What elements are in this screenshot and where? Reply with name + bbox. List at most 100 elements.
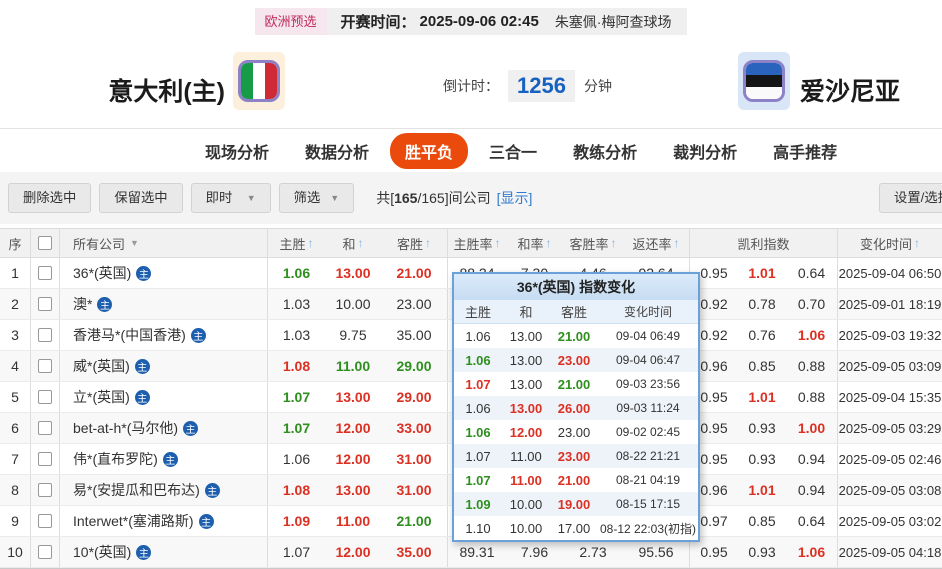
settings-select-button[interactable]: 设置/选择 [879,183,942,213]
tab-高手推荐[interactable]: 高手推荐 [773,133,837,169]
popup-away-odds: 23.00 [550,420,598,444]
home-odds[interactable]: 1.03 [268,320,325,350]
draw-odds[interactable]: 11.00 [325,351,381,381]
away-odds[interactable]: 29.00 [381,351,448,381]
delete-selected-button[interactable]: 删除选中 [8,183,91,213]
row-checkbox[interactable] [38,328,52,342]
home-team-flag-italy-icon [233,52,285,110]
filter-dropdown[interactable]: 筛选 ▼ [279,183,355,213]
home-pick-badge-icon: 主 [183,421,198,436]
row-checkbox[interactable] [38,452,52,466]
away-team-name: 爱沙尼亚 [800,72,900,108]
company-cell[interactable]: 易*(安提瓜和巴布达)主 [60,475,268,505]
company-cell[interactable]: 澳*主 [60,289,268,319]
column-header-company[interactable]: 所有公司 ▼ [60,229,268,257]
company-cell[interactable]: bet-at-h*(马尔他)主 [60,413,268,443]
popup-away-odds: 21.00 [550,324,598,348]
select-all-checkbox[interactable] [38,236,52,250]
kickoff-time: 2025-09-06 02:45 [420,13,539,30]
home-odds[interactable]: 1.08 [268,475,325,505]
column-header-home-win[interactable]: 主胜↑ [268,229,325,257]
column-header-away-win[interactable]: 客胜↑ [381,229,448,257]
home-pick-badge-icon: 主 [163,452,178,467]
home-odds[interactable]: 1.08 [268,351,325,381]
row-checkbox[interactable] [38,359,52,373]
draw-odds[interactable]: 11.00 [325,506,381,536]
company-cell[interactable]: Interwet*(塞浦路斯) 主 [60,506,268,536]
home-odds[interactable]: 1.07 [268,537,325,567]
away-odds[interactable]: 33.00 [381,413,448,443]
table-toolbar: 删除选中 保留选中 即时 ▼ 筛选 ▼ 共[165/165]间公司 [显示] 设… [0,172,942,224]
column-header-payout-rate[interactable]: 返还率↑ [623,229,690,257]
popup-header-time: 变化时间 [598,300,698,323]
row-checkbox[interactable] [38,514,52,528]
company-cell[interactable]: 伟*(直布罗陀) 主 [60,444,268,474]
away-odds[interactable]: 31.00 [381,444,448,474]
change-time: 2025-09-05 03:08 [838,475,942,505]
home-odds[interactable]: 1.07 [268,413,325,443]
away-odds[interactable]: 29.00 [381,382,448,412]
instant-odds-dropdown[interactable]: 即时 ▼ [191,183,271,213]
row-index: 4 [0,351,31,381]
kelly-index: 0.93 [738,444,786,474]
popup-header-home: 主胜 [454,300,502,323]
away-odds[interactable]: 35.00 [381,537,448,567]
keep-selected-button[interactable]: 保留选中 [99,183,182,213]
draw-odds[interactable]: 12.00 [325,537,381,567]
home-odds[interactable]: 1.06 [268,258,325,288]
tab-胜平负[interactable]: 胜平负 [390,133,468,169]
company-cell[interactable]: 威*(英国)主 [60,351,268,381]
tab-三合一[interactable]: 三合一 [489,133,537,169]
row-checkbox[interactable] [38,483,52,497]
kelly-index: 0.85 [738,506,786,536]
draw-odds[interactable]: 9.75 [325,320,381,350]
away-odds[interactable]: 21.00 [381,506,448,536]
popup-away-odds: 26.00 [550,396,598,420]
row-checkbox[interactable] [38,545,52,559]
row-checkbox[interactable] [38,297,52,311]
tab-现场分析[interactable]: 现场分析 [205,133,269,169]
company-cell[interactable]: 立*(英国)主 [60,382,268,412]
show-companies-link[interactable]: [显示] [497,188,533,208]
draw-odds[interactable]: 13.00 [325,258,381,288]
tab-数据分析[interactable]: 数据分析 [305,133,369,169]
draw-odds[interactable]: 10.00 [325,289,381,319]
away-odds[interactable]: 21.00 [381,258,448,288]
company-cell[interactable]: 10*(英国)主 [60,537,268,567]
away-odds[interactable]: 23.00 [381,289,448,319]
draw-odds[interactable]: 13.00 [325,382,381,412]
row-checkbox[interactable] [38,390,52,404]
company-name: 威*(英国) [73,356,130,376]
column-header-draw-rate[interactable]: 和率↑ [506,229,563,257]
draw-odds[interactable]: 12.00 [325,413,381,443]
company-cell[interactable]: 香港马*(中国香港)主 [60,320,268,350]
column-header-draw[interactable]: 和↑ [325,229,381,257]
row-checkbox[interactable] [38,421,52,435]
company-name: Interwet*(塞浦路斯) [73,511,194,531]
draw-odds[interactable]: 12.00 [325,444,381,474]
popup-home-odds: 1.09 [454,492,502,516]
popup-change-time: 09-03 23:56 [598,372,698,396]
company-cell[interactable]: 36*(英国)主 [60,258,268,288]
row-checkbox[interactable] [38,266,52,280]
tab-裁判分析[interactable]: 裁判分析 [673,133,737,169]
away-odds[interactable]: 31.00 [381,475,448,505]
home-odds[interactable]: 1.03 [268,289,325,319]
tab-教练分析[interactable]: 教练分析 [573,133,637,169]
row-index: 9 [0,506,31,536]
draw-odds[interactable]: 13.00 [325,475,381,505]
home-pick-badge-icon: 主 [199,514,214,529]
popup-history-row: 1.0713.0021.0009-03 23:56 [454,372,698,396]
away-odds[interactable]: 35.00 [381,320,448,350]
kelly-index: 0.64 [786,258,838,288]
company-name: 伟*(直布罗陀) [73,449,158,469]
column-header-change-time[interactable]: 变化时间↑ [838,229,942,257]
column-header-home-rate[interactable]: 主胜率↑ [448,229,506,257]
home-odds[interactable]: 1.09 [268,506,325,536]
home-odds[interactable]: 1.07 [268,382,325,412]
column-header-away-rate[interactable]: 客胜率↑ [563,229,623,257]
checkbox-cell [31,258,60,288]
home-odds[interactable]: 1.06 [268,444,325,474]
sort-arrow-icon: ↑ [546,236,552,250]
popup-home-odds: 1.06 [454,420,502,444]
